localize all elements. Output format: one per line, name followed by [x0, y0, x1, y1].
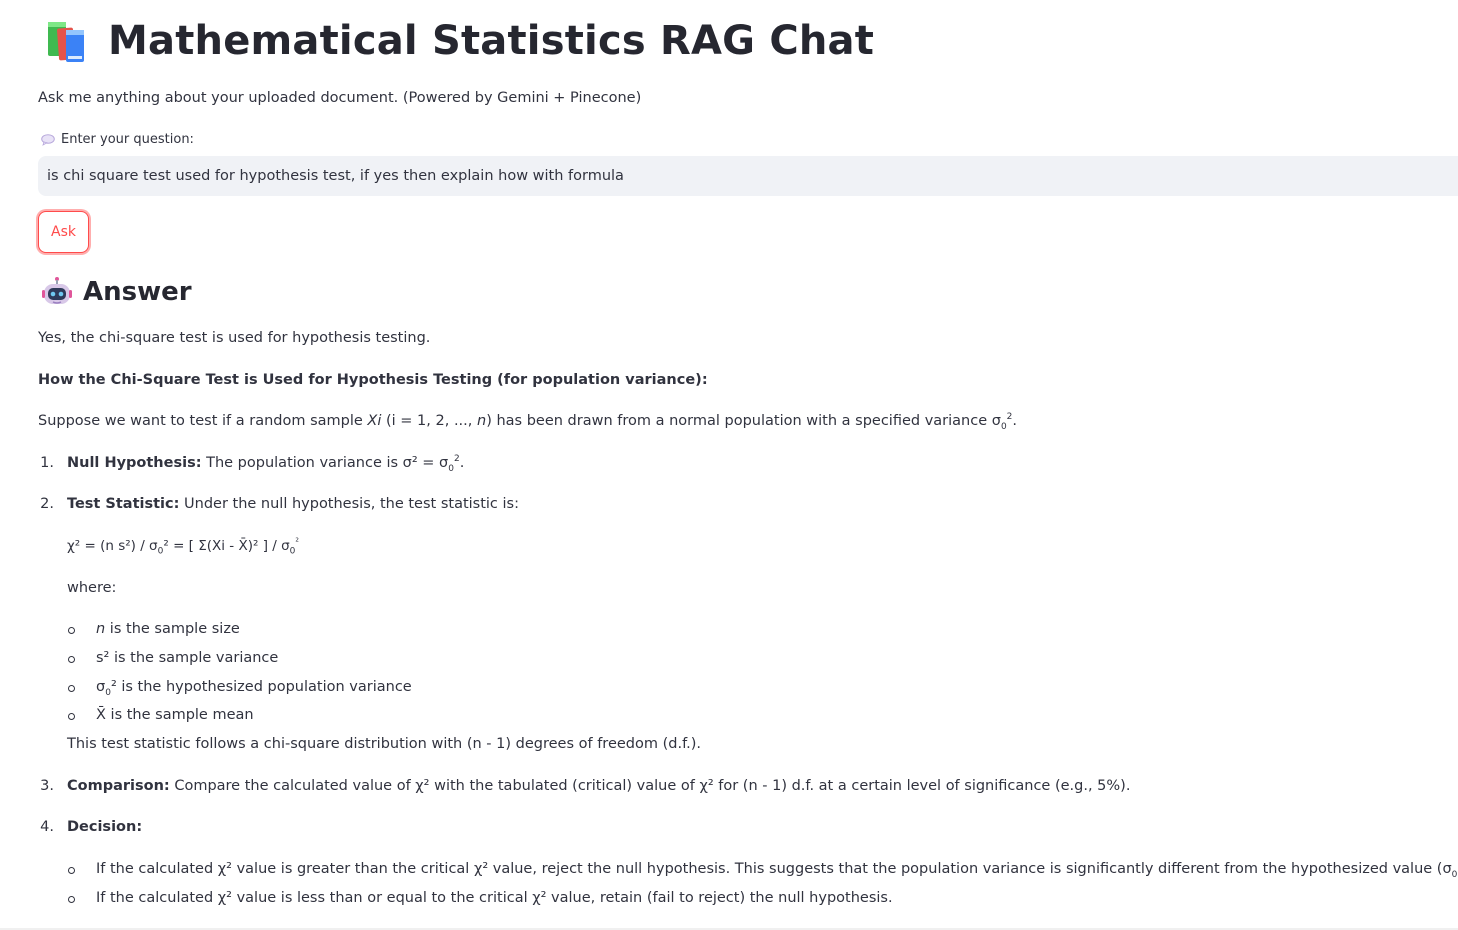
sigma-sub: 0	[448, 463, 454, 474]
step-title: Comparison:	[67, 778, 170, 794]
step-text: The population variance is σ² = σ	[201, 455, 449, 471]
question-input[interactable]	[38, 156, 1458, 196]
step-text: Under the null hypothesis, the test stat…	[179, 496, 519, 512]
answer-intro: Yes, the chi-square test is used for hyp…	[38, 330, 431, 346]
where-item-italic: n	[96, 621, 106, 637]
decision-reject: If the calculated χ² value is greater th…	[96, 859, 1458, 880]
title-row: Mathematical Statistics RAG Chat	[44, 18, 874, 64]
sigma-sub: 0	[289, 546, 296, 557]
bullet-icon	[68, 656, 75, 663]
formula-part-c: ²	[295, 537, 299, 548]
answer-howto-heading: How the Chi-Square Test is Used for Hypo…	[38, 372, 708, 388]
step-test-statistic: Test Statistic: Under the null hypothesi…	[67, 494, 519, 514]
step-text: Compare the calculated value of χ² with …	[169, 778, 1131, 794]
bullet-icon	[68, 713, 75, 720]
speech-bubble-icon	[41, 133, 55, 146]
where-label: where:	[67, 580, 117, 596]
step-comparison: Comparison: Compare the calculated value…	[67, 776, 1130, 796]
step-decision: Decision:	[67, 817, 142, 837]
chi-square-formula: χ² = (n s²) / σ0² = [ Σ(Xi - X̄)² ] / σ0…	[67, 536, 299, 556]
answer-heading-row: Answer	[41, 276, 192, 308]
step-number: 2.	[40, 496, 54, 512]
answer-suppose: Suppose we want to test if a random samp…	[38, 411, 1018, 432]
suppose-period: .	[1012, 413, 1018, 429]
where-item-rest: ² is the hypothesized population varianc…	[110, 679, 412, 695]
where-item-n: n is the sample size	[96, 619, 240, 639]
page-title: Mathematical Statistics RAG Chat	[108, 18, 875, 64]
step-period: .	[459, 455, 465, 471]
suppose-part-b: (i = 1, 2, ...,	[381, 413, 477, 429]
decision-retain: If the calculated χ² value is less than …	[96, 890, 893, 906]
step-title: Test Statistic:	[67, 496, 180, 512]
step-number: 4.	[40, 819, 54, 835]
bullet-icon	[68, 685, 75, 692]
step-number: 3.	[40, 778, 54, 794]
where-item-text: is the sample size	[105, 621, 240, 637]
sigma-sub: 0	[1451, 869, 1458, 880]
suppose-part-c: ) has been drawn from a normal populatio…	[486, 413, 1001, 429]
question-label: Enter your question:	[41, 132, 194, 147]
where-item-text: σ	[96, 679, 106, 695]
suppose-part-a: Suppose we want to test if a random samp…	[38, 413, 368, 429]
robot-icon	[42, 277, 72, 304]
decision-text: If the calculated χ² value is greater th…	[96, 861, 1452, 877]
step-title: Null Hypothesis:	[67, 455, 202, 471]
bullet-icon	[68, 867, 75, 874]
suppose-xi: Xi	[367, 413, 382, 429]
sigma-sub: 0	[1000, 421, 1007, 432]
suppose-n: n	[477, 413, 487, 429]
books-icon	[48, 22, 84, 62]
subtitle: Ask me anything about your uploaded docu…	[38, 90, 642, 106]
bullet-icon	[68, 627, 75, 634]
where-item-s2: s² is the sample variance	[96, 650, 279, 666]
step-number: 1.	[40, 455, 54, 471]
where-item-sigma: σ0² is the hypothesized population varia…	[96, 677, 412, 697]
step-title: Decision:	[67, 819, 143, 835]
formula-part-b: ² = [ Σ(Xi - X̄)² ] / σ	[163, 538, 290, 554]
formula-part-a: χ² = (n s²) / σ	[67, 538, 158, 554]
question-label-text: Enter your question:	[61, 132, 194, 147]
where-item-mean: X̄ is the sample mean	[96, 707, 254, 723]
answer-heading: Answer	[83, 277, 192, 307]
ask-button[interactable]: Ask	[38, 211, 89, 253]
bullet-icon	[68, 896, 75, 903]
follows-text: This test statistic follows a chi-square…	[67, 736, 701, 752]
step-null-hypothesis: Null Hypothesis: The population variance…	[67, 453, 465, 474]
